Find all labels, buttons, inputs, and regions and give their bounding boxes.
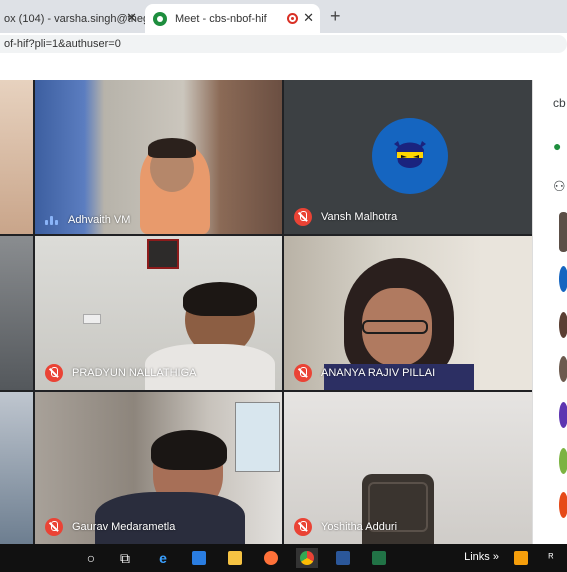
search-icon[interactable]: ○ xyxy=(80,548,102,568)
participant-name: Adhvaith VM xyxy=(68,214,131,226)
participant-name-tag: PRADYUN NALLATHIGA xyxy=(45,364,197,382)
participant-avatar-thumbnail xyxy=(559,312,567,338)
windows-taskbar: ○ ⧉ e Links » ᴿ xyxy=(0,544,567,572)
word-icon[interactable] xyxy=(332,548,354,568)
browser-tab-strip: ox (104) - varsha.singh@thege ✕ Meet - c… xyxy=(0,0,567,33)
participant-tile[interactable]: ANANYA RAJIV PILLAI xyxy=(284,236,532,390)
new-tab-button[interactable]: + xyxy=(330,6,341,27)
chrome-icon[interactable] xyxy=(296,548,318,568)
people-icon[interactable]: ● xyxy=(553,138,561,154)
close-icon[interactable]: ✕ xyxy=(303,10,314,26)
participant-tile[interactable]: PRADYUN NALLATHIGA xyxy=(35,236,282,390)
firefox-icon[interactable] xyxy=(260,548,282,568)
speaking-indicator-icon xyxy=(45,215,58,225)
participant-name-tag: ANANYA RAJIV PILLAI xyxy=(294,364,435,382)
participant-avatar-thumbnail xyxy=(559,402,567,428)
mic-off-icon xyxy=(45,364,63,382)
participant-avatar-thumbnail xyxy=(559,356,567,382)
meet-favicon-icon xyxy=(153,11,167,26)
close-icon[interactable]: ✕ xyxy=(126,10,137,26)
links-toolbar[interactable]: Links » xyxy=(464,551,499,563)
participant-name: Vansh Malhotra xyxy=(321,211,398,223)
participant-name: Yoshitha Adduri xyxy=(321,521,398,533)
meet-video-grid: Adhvaith VM Vansh Malhotra PRADYUN NALLA… xyxy=(0,80,532,544)
meet-side-panel: cb ● ⚇ xyxy=(532,80,567,544)
file-explorer-icon[interactable] xyxy=(224,548,246,568)
participant-tile[interactable]: Vansh Malhotra xyxy=(284,80,532,234)
url-field[interactable]: of-hif?pli=1&authuser=0 xyxy=(0,35,567,53)
participant-name-tag: Yoshitha Adduri xyxy=(294,518,397,536)
mic-off-icon xyxy=(294,364,312,382)
participant-tile[interactable]: Yoshitha Adduri xyxy=(284,392,532,544)
meeting-details-title: cb xyxy=(553,96,566,110)
add-people-icon[interactable]: ⚇ xyxy=(553,178,566,195)
participant-name: Gaurav Medarametla xyxy=(72,521,176,533)
participant-avatar-thumbnail xyxy=(559,266,567,292)
mic-off-icon xyxy=(294,208,312,226)
participant-tile[interactable]: Gaurav Medarametla xyxy=(35,392,282,544)
address-bar: of-hif?pli=1&authuser=0 xyxy=(0,33,567,55)
mic-off-icon xyxy=(294,518,312,536)
participant-tile-partial[interactable] xyxy=(0,80,33,234)
tab-meet[interactable]: Meet - cbs-nbof-hif ✕ xyxy=(145,4,320,33)
participant-tile[interactable]: Adhvaith VM xyxy=(35,80,282,234)
participant-name: PRADYUN NALLATHIGA xyxy=(72,367,197,379)
participant-name-tag: Adhvaith VM xyxy=(45,214,130,226)
excel-icon[interactable] xyxy=(368,548,390,568)
edge-icon[interactable]: e xyxy=(152,548,174,568)
participant-name: ANANYA RAJIV PILLAI xyxy=(321,367,436,379)
links-overflow-icon: » xyxy=(492,551,499,563)
participant-name-tag: Gaurav Medarametla xyxy=(45,518,175,536)
tab-gmail[interactable]: ox (104) - varsha.singh@thege ✕ xyxy=(0,4,145,33)
tab-meet-label: Meet - cbs-nbof-hif xyxy=(175,12,267,25)
participant-name-tag: Vansh Malhotra xyxy=(294,208,397,226)
links-label: Links xyxy=(464,551,490,563)
task-view-icon[interactable]: ⧉ xyxy=(114,548,136,568)
participant-tile-partial[interactable] xyxy=(0,236,33,390)
tab-gmail-label: ox (104) - varsha.singh@thege xyxy=(4,12,145,25)
self-view-thumbnail xyxy=(559,212,567,252)
mic-off-icon xyxy=(45,518,63,536)
mail-icon[interactable] xyxy=(188,548,210,568)
participant-avatar-thumbnail xyxy=(559,448,567,474)
recording-icon xyxy=(287,13,298,24)
participant-tile-partial[interactable] xyxy=(0,392,33,544)
participant-avatar-thumbnail xyxy=(559,492,567,518)
notification-icon[interactable] xyxy=(510,548,532,568)
people-icon[interactable]: ᴿ xyxy=(540,548,562,568)
ninja-avatar-icon xyxy=(394,141,426,168)
